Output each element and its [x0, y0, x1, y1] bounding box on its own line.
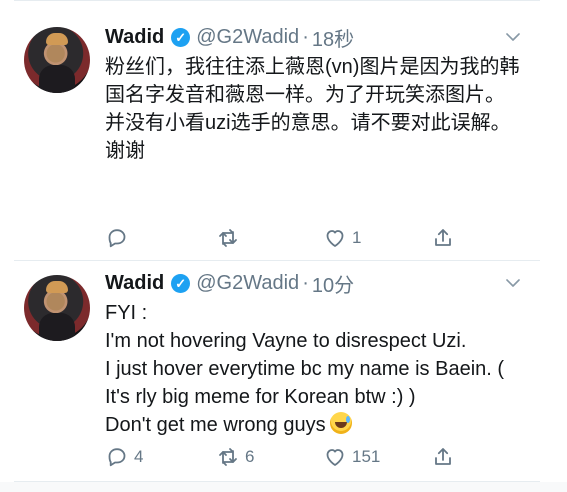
tweet-card[interactable]: Wadid ✓ @G2Wadid · 10分 FYI : I'm not hov… [14, 260, 540, 482]
share-button[interactable] [431, 222, 455, 254]
chevron-down-icon[interactable] [504, 274, 522, 292]
retweet-icon [219, 229, 237, 247]
verified-badge-icon: ✓ [171, 27, 191, 47]
tweet-feed: Wadid ✓ @G2Wadid · 18秒 粉丝们，我往往添上薇恩(vn)图片… [0, 0, 567, 492]
display-name[interactable]: Wadid [105, 26, 164, 49]
timestamp[interactable]: 10分 [312, 269, 354, 298]
verified-badge-icon: ✓ [171, 273, 191, 293]
share-icon [435, 448, 451, 465]
time-separator: · [302, 271, 309, 294]
right-gutter [543, 0, 567, 492]
heart-icon [326, 449, 344, 466]
reply-button[interactable]: 4 [105, 441, 143, 473]
bottom-divider [0, 482, 567, 492]
retweet-count: 6 [245, 447, 255, 466]
handle[interactable]: @G2Wadid [196, 272, 299, 295]
handle[interactable]: @G2Wadid [196, 26, 299, 49]
like-button[interactable]: 1 [323, 222, 361, 254]
like-button[interactable]: 151 [323, 441, 380, 473]
chevron-down-icon[interactable] [504, 28, 522, 46]
tweet-header: Wadid ✓ @G2Wadid · 10分 [105, 269, 540, 298]
tweet-header: Wadid ✓ @G2Wadid · 18秒 [105, 23, 540, 52]
display-name[interactable]: Wadid [105, 272, 164, 295]
tweet-actions: 4 6 151 [105, 441, 535, 473]
reply-icon [108, 448, 126, 467]
reply-button[interactable] [105, 222, 134, 254]
reply-icon [108, 229, 126, 248]
heart-icon [326, 230, 344, 247]
tweet-text: 粉丝们，我往往添上薇恩(vn)图片是因为我的韩国名字发音和薇恩一样。为了开玩笑添… [105, 56, 520, 162]
like-count: 1 [352, 228, 362, 247]
time-separator: · [302, 25, 309, 48]
avatar[interactable] [24, 275, 90, 341]
retweet-button[interactable] [216, 222, 245, 254]
tweet-text: FYI : I'm not hovering Vayne to disrespe… [105, 299, 520, 439]
retweet-icon [219, 448, 237, 466]
retweet-button[interactable]: 6 [216, 441, 254, 473]
reply-count: 4 [134, 447, 144, 466]
timestamp[interactable]: 18秒 [312, 23, 354, 52]
tweet-card[interactable]: Wadid ✓ @G2Wadid · 18秒 粉丝们，我往往添上薇恩(vn)图片… [14, 0, 540, 261]
like-count: 151 [352, 447, 381, 466]
tweet-text-body: FYI : I'm not hovering Vayne to disrespe… [105, 302, 505, 436]
sweat-smile-emoji-icon [329, 412, 352, 434]
share-button[interactable] [431, 441, 455, 473]
share-icon [435, 229, 451, 246]
tweet-actions: 1 [105, 222, 535, 254]
avatar[interactable] [24, 27, 90, 93]
